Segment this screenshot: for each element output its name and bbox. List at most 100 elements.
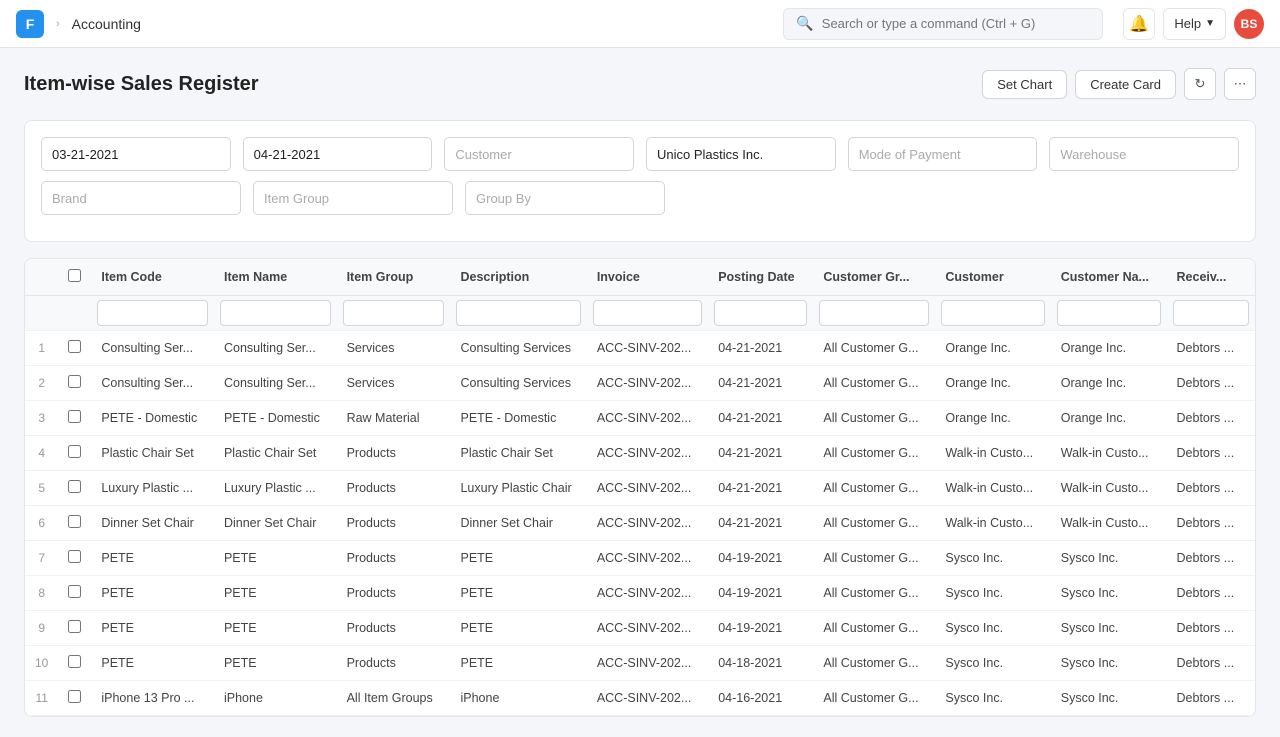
cell-cust-name: Orange Inc. bbox=[1051, 366, 1167, 401]
date-to-input[interactable] bbox=[243, 137, 433, 171]
col-customer: Customer bbox=[935, 259, 1050, 296]
brand-input[interactable] bbox=[41, 181, 241, 215]
search-input[interactable] bbox=[822, 16, 1091, 31]
cell-item-code: PETE - Domestic bbox=[91, 401, 214, 436]
filter-invoice[interactable] bbox=[593, 300, 702, 326]
cell-item-group: Raw Material bbox=[337, 401, 451, 436]
cell-row-num: 9 bbox=[25, 611, 58, 646]
item-group-input[interactable] bbox=[253, 181, 453, 215]
row-checkbox-7[interactable] bbox=[68, 585, 81, 598]
cell-cust-group: All Customer G... bbox=[813, 436, 935, 471]
notification-button[interactable]: 🔔 bbox=[1123, 8, 1155, 40]
set-chart-button[interactable]: Set Chart bbox=[982, 70, 1067, 99]
app-logo[interactable]: F bbox=[16, 10, 44, 38]
cell-item-code: Consulting Ser... bbox=[91, 331, 214, 366]
cell-row-num: 2 bbox=[25, 366, 58, 401]
col-customer-name: Customer Na... bbox=[1051, 259, 1167, 296]
cell-cust-name: Sysco Inc. bbox=[1051, 541, 1167, 576]
cell-item-group: Products bbox=[337, 471, 451, 506]
filter-item-group[interactable] bbox=[343, 300, 445, 326]
cell-posting-date: 04-21-2021 bbox=[708, 471, 813, 506]
chevron-down-icon: ▼ bbox=[1205, 18, 1215, 29]
cell-customer: Sysco Inc. bbox=[935, 541, 1050, 576]
cell-posting-date: 04-19-2021 bbox=[708, 541, 813, 576]
filter-item-code[interactable] bbox=[97, 300, 208, 326]
page-title: Item-wise Sales Register bbox=[24, 73, 259, 96]
filter-receivable[interactable] bbox=[1173, 300, 1249, 326]
customer-value-input[interactable] bbox=[646, 137, 836, 171]
create-card-button[interactable]: Create Card bbox=[1075, 70, 1176, 99]
row-checkbox-1[interactable] bbox=[68, 375, 81, 388]
header-actions: Set Chart Create Card ↻ ⋯ bbox=[982, 68, 1256, 100]
filter-posting-date[interactable] bbox=[714, 300, 807, 326]
row-checkbox-0[interactable] bbox=[68, 340, 81, 353]
group-by-select[interactable]: Group By bbox=[465, 181, 665, 215]
warehouse-input[interactable] bbox=[1049, 137, 1239, 171]
cell-row-num: 8 bbox=[25, 576, 58, 611]
row-checkbox-10[interactable] bbox=[68, 690, 81, 703]
cell-posting-date: 04-19-2021 bbox=[708, 611, 813, 646]
cell-posting-date: 04-21-2021 bbox=[708, 331, 813, 366]
cell-item-name: PETE bbox=[214, 541, 337, 576]
cell-invoice: ACC-SINV-202... bbox=[587, 471, 708, 506]
cell-customer: Sysco Inc. bbox=[935, 576, 1050, 611]
cell-item-code: Consulting Ser... bbox=[91, 366, 214, 401]
cell-row-num: 3 bbox=[25, 401, 58, 436]
row-checkbox-3[interactable] bbox=[68, 445, 81, 458]
col-item-code: Item Code bbox=[91, 259, 214, 296]
help-button[interactable]: Help ▼ bbox=[1163, 8, 1226, 40]
col-description: Description bbox=[450, 259, 586, 296]
cell-receivable: Debtors ... bbox=[1167, 576, 1255, 611]
filters-card: Group By bbox=[24, 120, 1256, 242]
more-options-button[interactable]: ⋯ bbox=[1224, 68, 1256, 100]
filter-description[interactable] bbox=[456, 300, 580, 326]
cell-cust-group: All Customer G... bbox=[813, 611, 935, 646]
table-row: 2 Consulting Ser... Consulting Ser... Se… bbox=[25, 366, 1255, 401]
cell-item-group: Products bbox=[337, 646, 451, 681]
topnav-icons: 🔔 Help ▼ BS bbox=[1123, 8, 1264, 40]
cell-row-num: 1 bbox=[25, 331, 58, 366]
table-header-row: Item Code Item Name Item Group Descripti… bbox=[25, 259, 1255, 296]
cell-cust-group: All Customer G... bbox=[813, 471, 935, 506]
cell-item-code: PETE bbox=[91, 646, 214, 681]
customer-input[interactable] bbox=[444, 137, 634, 171]
filter-cust-name[interactable] bbox=[1057, 300, 1161, 326]
cell-item-group: Products bbox=[337, 576, 451, 611]
row-checkbox-6[interactable] bbox=[68, 550, 81, 563]
cell-cust-name: Sysco Inc. bbox=[1051, 646, 1167, 681]
cell-item-name: PETE - Domestic bbox=[214, 401, 337, 436]
row-checkbox-4[interactable] bbox=[68, 480, 81, 493]
table-row: 9 PETE PETE Products PETE ACC-SINV-202..… bbox=[25, 611, 1255, 646]
cell-cust-group: All Customer G... bbox=[813, 366, 935, 401]
filter-customer[interactable] bbox=[941, 300, 1044, 326]
cell-customer: Sysco Inc. bbox=[935, 611, 1050, 646]
row-checkbox-8[interactable] bbox=[68, 620, 81, 633]
filters-row-2: Group By bbox=[41, 181, 1239, 215]
cell-item-name: Luxury Plastic ... bbox=[214, 471, 337, 506]
table-row: 7 PETE PETE Products PETE ACC-SINV-202..… bbox=[25, 541, 1255, 576]
cell-invoice: ACC-SINV-202... bbox=[587, 331, 708, 366]
cell-cust-group: All Customer G... bbox=[813, 681, 935, 716]
row-checkbox-5[interactable] bbox=[68, 515, 81, 528]
mode-of-payment-input[interactable] bbox=[848, 137, 1038, 171]
breadcrumb-chevron: › bbox=[56, 18, 60, 30]
search-bar[interactable]: 🔍 bbox=[783, 8, 1103, 40]
cell-posting-date: 04-21-2021 bbox=[708, 366, 813, 401]
date-from-input[interactable] bbox=[41, 137, 231, 171]
row-checkbox-2[interactable] bbox=[68, 410, 81, 423]
cell-item-name: iPhone bbox=[214, 681, 337, 716]
filter-item-name[interactable] bbox=[220, 300, 331, 326]
cell-receivable: Debtors ... bbox=[1167, 471, 1255, 506]
cell-invoice: ACC-SINV-202... bbox=[587, 401, 708, 436]
cell-cust-name: Orange Inc. bbox=[1051, 401, 1167, 436]
select-all-checkbox[interactable] bbox=[68, 269, 81, 282]
refresh-button[interactable]: ↻ bbox=[1184, 68, 1216, 100]
cell-cust-name: Walk-in Custo... bbox=[1051, 471, 1167, 506]
filter-cust-group[interactable] bbox=[819, 300, 929, 326]
avatar[interactable]: BS bbox=[1234, 9, 1264, 39]
table-row: 1 Consulting Ser... Consulting Ser... Se… bbox=[25, 331, 1255, 366]
cell-item-group: Products bbox=[337, 506, 451, 541]
cell-item-name: Plastic Chair Set bbox=[214, 436, 337, 471]
cell-posting-date: 04-18-2021 bbox=[708, 646, 813, 681]
row-checkbox-9[interactable] bbox=[68, 655, 81, 668]
